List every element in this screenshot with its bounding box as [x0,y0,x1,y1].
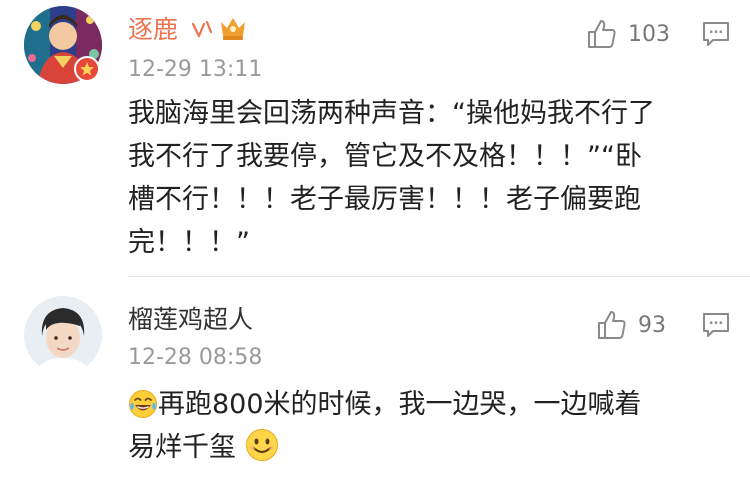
comment-item: 榴莲鸡超人 12-28 08:58 93 再跑800米的时候，我一边哭，一边喊着… [0,0,750,480]
comment-line-text: 再跑800米的时候，我一边哭，一边喊着 [158,389,642,420]
avatar[interactable] [24,296,102,374]
thumbs-up-icon [598,311,626,339]
comment-line-text: 易烊千玺 [128,432,236,463]
like-count: 93 [638,312,666,338]
username[interactable]: 榴莲鸡超人 [128,305,253,335]
comment-line: 易烊千玺 [128,426,728,469]
timestamp: 12-28 08:58 [128,345,263,370]
like-button[interactable]: 93 [596,308,666,342]
reply-comment-icon[interactable] [702,312,730,338]
laughing-crying-emoji-icon [128,389,158,419]
comment-text: 再跑800米的时候，我一边哭，一边喊着 易烊千玺 [128,383,728,469]
smile-emoji-icon [245,428,279,462]
comment-line: 再跑800米的时候，我一边哭，一边喊着 [128,383,728,426]
